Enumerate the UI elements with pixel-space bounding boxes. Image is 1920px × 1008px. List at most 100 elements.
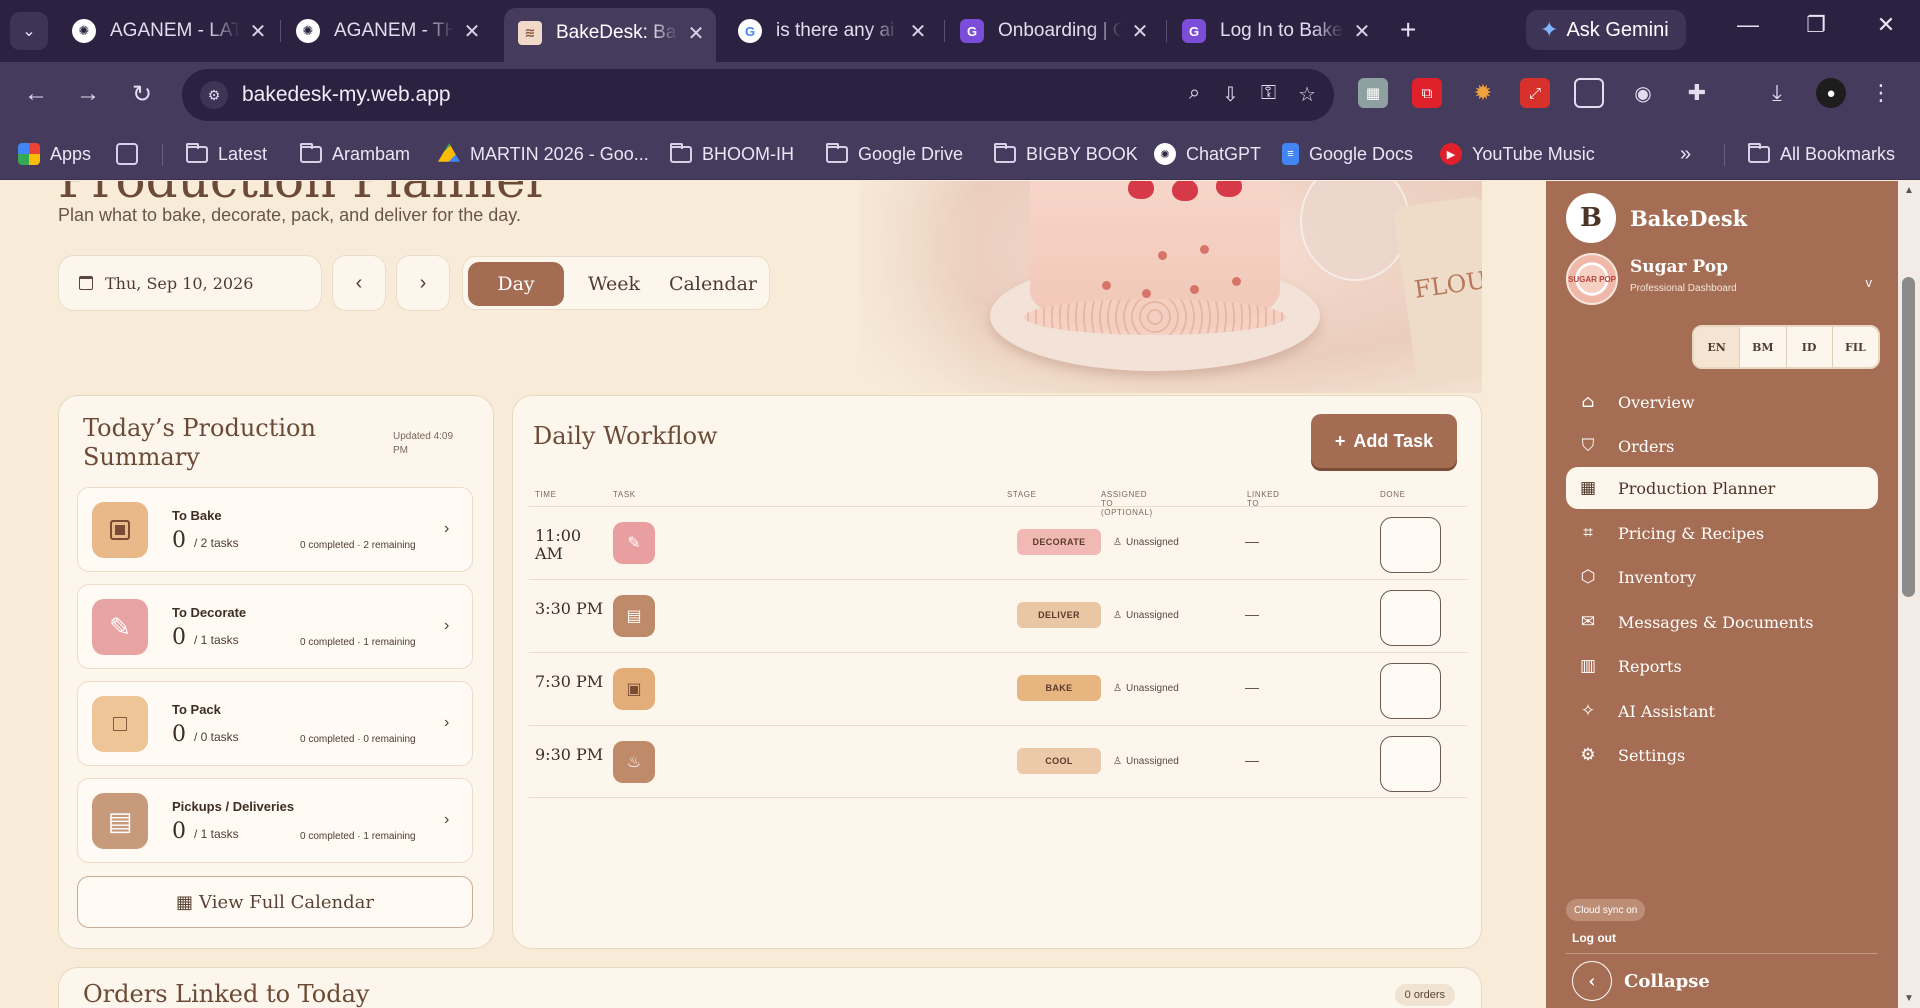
assigned-to[interactable]: ♙ Unassigned [1113, 756, 1179, 767]
profile-avatar[interactable]: ● [1816, 78, 1846, 108]
sidebar-item-pricing-recipes[interactable]: ⌗ Pricing & Recipes [1566, 512, 1878, 554]
date-picker[interactable]: Thu, Sep 10, 2026 [58, 255, 322, 311]
bookmark-bigby-book[interactable]: BIGBY BOOK [994, 140, 1138, 168]
back-button[interactable]: ← [20, 80, 52, 108]
close-tab-icon[interactable]: ✕ [248, 19, 268, 44]
bookmark-apps[interactable]: Apps [18, 140, 91, 168]
zoom-icon[interactable]: ⌕ [1189, 82, 1200, 107]
extensions-puzzle-icon[interactable]: ✚ [1682, 78, 1712, 108]
summary-to-decorate[interactable]: ✎ To Decorate 0 / 1 tasks 0 completed · 1… [77, 584, 473, 669]
browser-tab-active[interactable]: ≋ BakeDesk: Bakery ✕ [504, 8, 716, 62]
bookmark-grid[interactable] [116, 140, 138, 168]
assigned-to[interactable]: ♙ Unassigned [1113, 683, 1179, 694]
close-tab-icon[interactable]: ✕ [908, 19, 928, 44]
reload-button[interactable]: ↻ [126, 80, 158, 109]
page-scrollbar[interactable]: ▲ ▼ [1898, 181, 1920, 1008]
done-checkbox[interactable] [1380, 736, 1441, 792]
close-tab-icon[interactable]: ✕ [1130, 19, 1150, 44]
all-bookmarks[interactable]: All Bookmarks [1748, 140, 1895, 168]
language-id-button[interactable]: ID [1785, 327, 1832, 367]
table-row[interactable]: 3:30 PM ▤ DELIVER ♙ Unassigned — [529, 579, 1467, 652]
collapse-sidebar-button[interactable]: ‹ Collapse [1572, 961, 1710, 1001]
tab-search-button[interactable]: ⌄ [10, 12, 48, 50]
sidebar-item-orders[interactable]: ⛉ Orders [1566, 425, 1878, 467]
extension-icon[interactable] [1574, 78, 1604, 108]
extension-icon[interactable]: ◉ [1628, 78, 1658, 108]
view-week-button[interactable]: Week [573, 262, 655, 306]
bookmark-youtube-music[interactable]: ▶ YouTube Music [1440, 140, 1595, 168]
close-tab-icon[interactable]: ✕ [686, 21, 706, 46]
cooling-cake-icon: ♨ [613, 741, 655, 783]
tab-separator [280, 20, 281, 42]
bookmark-arambam[interactable]: Arambam [300, 140, 410, 168]
logout-button[interactable]: Log out [1572, 931, 1616, 945]
done-checkbox[interactable] [1380, 663, 1441, 719]
bar-chart-icon: ▥ [1579, 656, 1597, 676]
language-en-button[interactable]: EN [1694, 327, 1740, 367]
close-tab-icon[interactable]: ✕ [1352, 19, 1372, 44]
done-checkbox[interactable] [1380, 517, 1441, 573]
done-checkbox[interactable] [1380, 590, 1441, 646]
browser-tab[interactable]: ✺ AGANEM - LATEST ✕ [72, 12, 268, 50]
install-app-icon[interactable]: ⇩ [1222, 82, 1239, 107]
download-icon[interactable]: ⤓ [1762, 78, 1792, 108]
scrollbar-thumb[interactable] [1902, 277, 1915, 597]
restore-button[interactable]: ❐ [1796, 12, 1836, 38]
browser-tab[interactable]: G Log In to Bake ✕ [1182, 12, 1372, 50]
close-window-button[interactable]: ✕ [1866, 12, 1906, 38]
sidebar-item-ai-assistant[interactable]: ✧ AI Assistant [1566, 690, 1878, 732]
bookmark-bhoom-ih[interactable]: BHOOM-IH [670, 140, 794, 168]
language-fil-button[interactable]: FIL [1831, 327, 1878, 367]
profile-switcher[interactable]: SUGAR POP Sugar Pop Professional Dashboa… [1566, 253, 1878, 309]
table-row[interactable]: 7:30 PM ▣ BAKE ♙ Unassigned — [529, 652, 1467, 725]
browser-tab[interactable]: ✺ AGANEM - THE ✕ [296, 12, 482, 50]
scroll-down-icon[interactable]: ▼ [1904, 993, 1914, 1004]
next-day-button[interactable]: › [396, 255, 450, 311]
language-bm-button[interactable]: BM [1739, 327, 1785, 367]
bookmark-google-drive[interactable]: Google Drive [826, 140, 963, 168]
extension-icon[interactable]: ▦ [1358, 78, 1388, 108]
extension-warning-icon[interactable]: ✹ [1468, 78, 1498, 108]
view-full-calendar-button[interactable]: ▦ View Full Calendar [77, 876, 473, 928]
page-subtitle: Plan what to bake, decorate, pack, and d… [58, 205, 521, 225]
url-text[interactable]: bakedesk-my.web.app [242, 83, 451, 107]
extension-icon[interactable]: ⤢ [1520, 78, 1550, 108]
forward-button[interactable]: → [72, 80, 104, 108]
browser-menu-icon[interactable]: ⋮ [1866, 78, 1896, 108]
minimize-button[interactable]: — [1728, 12, 1768, 38]
sidebar-item-production-planner[interactable]: ▦ Production Planner [1566, 467, 1878, 509]
view-calendar-button[interactable]: Calendar [661, 262, 765, 306]
sidebar-item-reports[interactable]: ▥ Reports [1566, 645, 1878, 687]
extension-icon[interactable]: ⧉ [1412, 78, 1442, 108]
new-tab-button[interactable]: + [1400, 14, 1416, 46]
sidebar-item-inventory[interactable]: ⬡ Inventory [1566, 556, 1878, 598]
table-row[interactable]: 9:30 PM ♨ COOL ♙ Unassigned — [529, 725, 1467, 798]
view-day-button[interactable]: Day [468, 262, 564, 306]
sidebar-item-settings[interactable]: ⚙ Settings [1566, 734, 1878, 776]
password-key-icon[interactable]: ⚿ [1261, 82, 1276, 107]
bookmark-martin-2026[interactable]: MARTIN 2026 - Goo... [438, 140, 649, 168]
sidebar-item-overview[interactable]: ⌂ Overview [1566, 381, 1878, 423]
previous-day-button[interactable]: ‹ [332, 255, 386, 311]
scroll-up-icon[interactable]: ▲ [1904, 185, 1914, 196]
bookmark-star-icon[interactable]: ☆ [1298, 82, 1316, 107]
bookmark-google-docs[interactable]: ≡ Google Docs [1282, 140, 1413, 168]
ask-gemini-button[interactable]: ✦ Ask Gemini [1526, 10, 1686, 50]
bookmark-latest[interactable]: Latest [186, 140, 267, 168]
sidebar-item-messages-documents[interactable]: ✉ Messages & Documents [1566, 601, 1878, 643]
summary-to-pack[interactable]: To Pack 0 / 0 tasks 0 completed · 0 remai… [77, 681, 473, 766]
assigned-to[interactable]: ♙ Unassigned [1113, 610, 1179, 621]
more-bookmarks-button[interactable]: » [1680, 140, 1691, 168]
browser-tab[interactable]: G Onboarding | G ✕ [960, 12, 1150, 50]
browser-tab[interactable]: G is there any ai ✕ [738, 12, 928, 50]
table-row[interactable]: 11:00 AM ✎ DECORATE ♙ Unassigned — [529, 506, 1467, 579]
summary-pickups-deliveries[interactable]: ▤ Pickups / Deliveries 0 / 1 tasks 0 comp… [77, 778, 473, 863]
close-tab-icon[interactable]: ✕ [462, 19, 482, 44]
bookmark-chatgpt[interactable]: ✺ ChatGPT [1154, 140, 1261, 168]
add-task-button[interactable]: + Add Task [1311, 414, 1457, 468]
summary-to-bake[interactable]: To Bake 0 / 2 tasks 0 completed · 2 remai… [77, 487, 473, 572]
chatgpt-icon: ✺ [72, 19, 96, 43]
site-info-icon[interactable]: ⚙ [200, 81, 228, 109]
assigned-to[interactable]: ♙ Unassigned [1113, 537, 1179, 548]
address-bar[interactable]: ⚙ bakedesk-my.web.app ⌕ ⇩ ⚿ ☆ [182, 69, 1334, 121]
